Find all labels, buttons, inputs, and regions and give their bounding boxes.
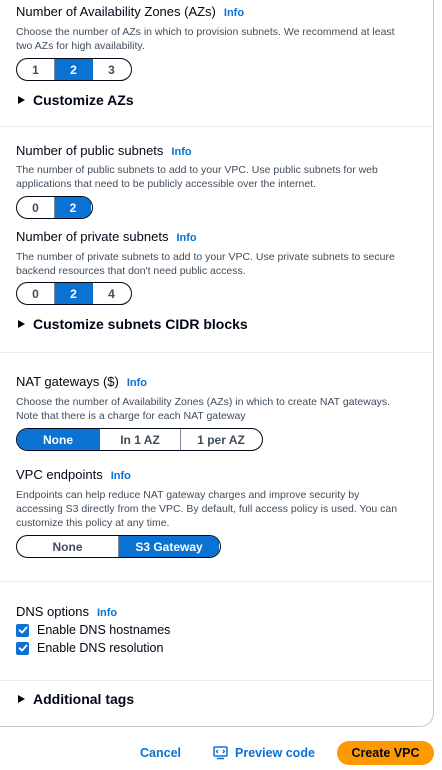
nat-segmented-control: None In 1 AZ 1 per AZ bbox=[16, 428, 263, 451]
preview-code-icon bbox=[213, 746, 228, 760]
dns-section: DNS options Info Enable DNS hostnames Ena… bbox=[0, 582, 432, 681]
caret-right-icon bbox=[18, 695, 25, 703]
public-subnets-info-link[interactable]: Info bbox=[171, 146, 191, 158]
private-subnets-option-4[interactable]: 4 bbox=[93, 283, 130, 304]
customize-azs-expander[interactable]: Customize AZs bbox=[18, 92, 134, 108]
public-subnets-option-2[interactable]: 2 bbox=[55, 197, 91, 218]
private-subnets-description: The number of private subnets to add to … bbox=[16, 251, 395, 277]
enable-dns-hostnames-checkbox[interactable]: Enable DNS hostnames bbox=[16, 623, 170, 637]
private-subnets-segmented-control: 0 2 4 bbox=[16, 282, 132, 305]
az-section: Number of Availability Zones (AZs) Info C… bbox=[0, 0, 432, 127]
preview-code-button[interactable]: Preview code bbox=[213, 746, 315, 760]
az-option-2[interactable]: 2 bbox=[55, 59, 93, 80]
nat-option-1-per-az[interactable]: 1 per AZ bbox=[181, 429, 261, 450]
az-label: Number of Availability Zones (AZs) Info bbox=[16, 4, 245, 19]
additional-tags-expander[interactable]: Additional tags bbox=[18, 691, 134, 707]
checkmark-icon bbox=[16, 641, 29, 655]
public-subnets-description: The number of public subnets to add to y… bbox=[16, 164, 378, 190]
endpoints-segmented-control: None S3 Gateway bbox=[16, 535, 221, 558]
private-subnets-option-2[interactable]: 2 bbox=[55, 283, 93, 304]
nat-gateways-label: NAT gateways ($) Info bbox=[16, 374, 148, 389]
nat-endpoints-section: NAT gateways ($) Info Choose the number o… bbox=[0, 353, 432, 582]
private-subnets-label: Number of private subnets Info bbox=[16, 229, 197, 244]
vpc-settings-panel: Number of Availability Zones (AZs) Info C… bbox=[0, 0, 434, 727]
cancel-button[interactable]: Cancel bbox=[140, 746, 181, 760]
public-subnets-label: Number of public subnets Info bbox=[16, 143, 192, 158]
nat-option-none[interactable]: None bbox=[17, 429, 100, 450]
private-subnets-info-link[interactable]: Info bbox=[176, 232, 196, 244]
endpoints-option-none[interactable]: None bbox=[17, 536, 119, 557]
az-option-1[interactable]: 1 bbox=[17, 59, 55, 80]
az-info-link[interactable]: Info bbox=[224, 7, 244, 19]
caret-right-icon bbox=[18, 96, 25, 104]
public-subnets-option-0[interactable]: 0 bbox=[17, 197, 55, 218]
az-option-3[interactable]: 3 bbox=[93, 59, 130, 80]
nat-description: Choose the number of Availability Zones … bbox=[16, 396, 391, 422]
subnets-section: Number of public subnets Info The number … bbox=[0, 127, 432, 353]
nat-info-link[interactable]: Info bbox=[127, 377, 147, 389]
public-subnets-segmented-control: 0 2 bbox=[16, 196, 93, 219]
endpoints-description: Endpoints can help reduce NAT gateway ch… bbox=[16, 489, 398, 529]
private-subnets-option-0[interactable]: 0 bbox=[17, 283, 55, 304]
dns-info-link[interactable]: Info bbox=[97, 607, 117, 619]
nat-option-in-1-az[interactable]: In 1 AZ bbox=[100, 429, 181, 450]
form-footer: Cancel Preview code Create VPC bbox=[0, 740, 442, 766]
az-segmented-control: 1 2 3 bbox=[16, 58, 132, 81]
az-description: Choose the number of AZs in which to pro… bbox=[16, 26, 395, 52]
enable-dns-resolution-checkbox[interactable]: Enable DNS resolution bbox=[16, 641, 163, 655]
checkmark-icon bbox=[16, 623, 29, 637]
caret-right-icon bbox=[18, 320, 25, 328]
endpoints-info-link[interactable]: Info bbox=[111, 470, 131, 482]
dns-options-label: DNS options Info bbox=[16, 604, 118, 619]
vpc-endpoints-label: VPC endpoints Info bbox=[16, 467, 131, 482]
customize-subnets-cidr-expander[interactable]: Customize subnets CIDR blocks bbox=[18, 316, 248, 332]
create-vpc-button[interactable]: Create VPC bbox=[337, 741, 434, 765]
endpoints-option-s3-gateway[interactable]: S3 Gateway bbox=[119, 536, 219, 557]
